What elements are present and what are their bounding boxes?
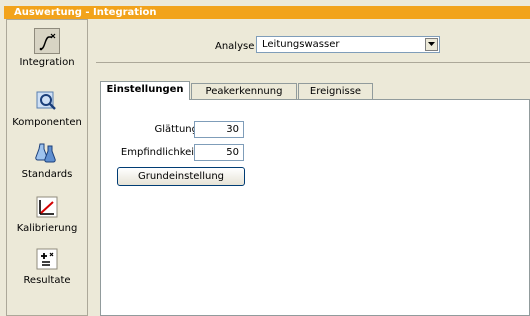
sidebar-item-label: Resultate — [23, 275, 71, 286]
window-title: Auswertung - Integration — [4, 6, 530, 19]
reset-defaults-button[interactable]: Grundeinstellung — [117, 167, 245, 186]
analyse-select[interactable]: Leitungswasser — [256, 36, 440, 53]
sidebar-item-integration[interactable]: Integration — [7, 28, 87, 68]
smoothing-field[interactable]: 30 — [194, 121, 244, 138]
analyse-select-value: Leitungswasser — [262, 39, 340, 50]
separator — [96, 62, 530, 63]
sidebar-item-resultate[interactable]: Resultate — [7, 246, 87, 286]
sidebar-item-kalibrierung[interactable]: Kalibrierung — [7, 194, 87, 234]
kalibrierung-icon — [34, 194, 60, 220]
integration-icon — [34, 28, 60, 54]
komponenten-icon — [34, 88, 60, 114]
sensitivity-field[interactable]: 50 — [194, 144, 244, 161]
tab-ereignisse[interactable]: Ereignisse — [298, 83, 373, 100]
smoothing-label: Glättung — [154, 124, 198, 135]
main-panel: Analyse Leitungswasser Einstellungen Pea… — [88, 19, 530, 316]
sidebar: Integration Komponenten Standards Kalibr… — [6, 19, 88, 316]
tab-peakerkennung[interactable]: Peakerkennung — [191, 83, 297, 100]
chevron-down-icon[interactable] — [425, 38, 438, 51]
sidebar-item-komponenten[interactable]: Komponenten — [7, 88, 87, 128]
standards-icon — [34, 140, 60, 166]
sidebar-item-standards[interactable]: Standards — [7, 140, 87, 180]
analyse-label: Analyse — [215, 41, 255, 52]
tab-einstellungen[interactable]: Einstellungen — [100, 81, 190, 100]
sidebar-item-label: Komponenten — [12, 117, 82, 128]
settings-panel: Glättung 30 Empfindlichkeit 50 Grundeins… — [100, 99, 530, 316]
sidebar-item-label: Integration — [19, 57, 75, 68]
resultate-icon — [34, 246, 60, 272]
sidebar-item-label: Kalibrierung — [16, 223, 78, 234]
sidebar-item-label: Standards — [21, 169, 73, 180]
sensitivity-label: Empfindlichkeit — [120, 147, 198, 158]
application-window: Auswertung - Integration Integration Kom… — [4, 6, 530, 316]
